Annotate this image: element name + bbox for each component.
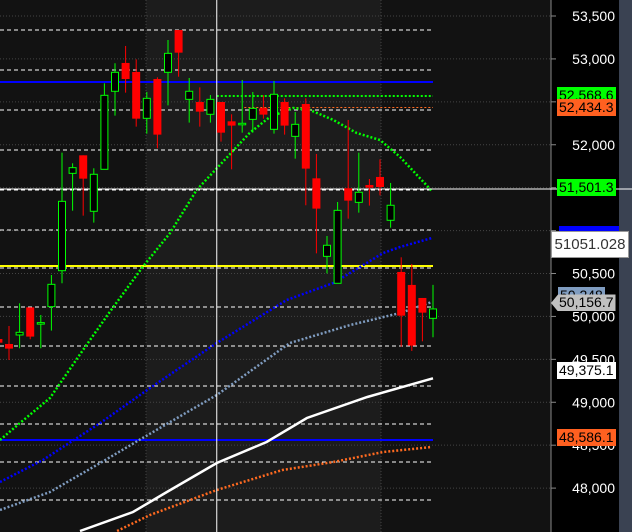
candle-body-down xyxy=(376,176,384,187)
candle-body-down xyxy=(344,188,353,201)
candle-body-up xyxy=(111,71,119,92)
candle-body-up xyxy=(248,107,257,120)
candle-body-down xyxy=(79,155,88,179)
candle-body-up xyxy=(68,167,77,174)
candle-body-up xyxy=(291,123,300,137)
candle-body-down xyxy=(217,102,225,133)
candle-body-up xyxy=(185,90,194,100)
candle-body-down xyxy=(407,284,416,346)
chart-canvas[interactable]: 53,50053,00052,50052,00051,50051,00050,5… xyxy=(0,0,632,532)
price-label: 49,375.1 xyxy=(557,361,616,379)
crosshair-price-tooltip: 51051.028 xyxy=(551,231,629,258)
candle-body-up xyxy=(386,204,395,221)
candle-body-down xyxy=(5,343,13,349)
candle-body-down xyxy=(174,29,183,53)
price-label: 50,156.7 xyxy=(551,294,616,312)
y-tick-label: 53,000 xyxy=(572,51,615,67)
candle-body-up xyxy=(333,209,342,284)
candle-body-up xyxy=(15,331,24,336)
price-label: 48,586.1 xyxy=(557,429,616,447)
candle-body-up xyxy=(89,173,98,212)
price-label: 52,434.3 xyxy=(557,98,616,116)
candle-body-down xyxy=(418,297,427,313)
candle-body-down xyxy=(280,102,289,126)
candle-body-down xyxy=(132,71,141,119)
candle-body-up xyxy=(142,97,151,119)
candle-body-up xyxy=(36,322,45,325)
candle-body-up xyxy=(429,308,437,319)
candle-body-down xyxy=(121,62,130,80)
candle-body-down xyxy=(312,178,321,209)
y-tick-label: 48,000 xyxy=(572,480,615,496)
candle-body-down xyxy=(227,121,236,126)
candle-body-down xyxy=(259,108,268,115)
candlestick-chart[interactable]: 53,50053,00052,50052,00051,50051,00050,5… xyxy=(0,0,632,532)
right-edge-strip xyxy=(619,0,632,532)
y-tick-label: 52,000 xyxy=(572,137,615,153)
candle-body-down xyxy=(365,185,374,188)
y-tick-label: 53,500 xyxy=(572,8,615,24)
candle-body-up xyxy=(323,244,331,257)
candle-body-up xyxy=(58,200,66,272)
candle-body-up xyxy=(354,191,363,203)
candle-body-down xyxy=(153,79,162,135)
candle-body-up xyxy=(164,52,172,73)
candle-body-up xyxy=(206,98,215,115)
price-label: 51,501.3 xyxy=(557,179,616,197)
candle-body-up xyxy=(238,122,247,126)
y-tick-label: 50,500 xyxy=(572,266,615,282)
candle-body-down xyxy=(301,103,310,169)
candle-body-up xyxy=(47,283,56,308)
candle-body-down xyxy=(397,271,406,316)
candle-body-up xyxy=(270,93,278,130)
candle-body-down xyxy=(0,339,3,343)
candle-body-down xyxy=(26,307,35,337)
candle-body-up xyxy=(100,94,109,170)
candle-body-down xyxy=(195,102,204,112)
y-tick-label: 49,000 xyxy=(572,394,615,410)
